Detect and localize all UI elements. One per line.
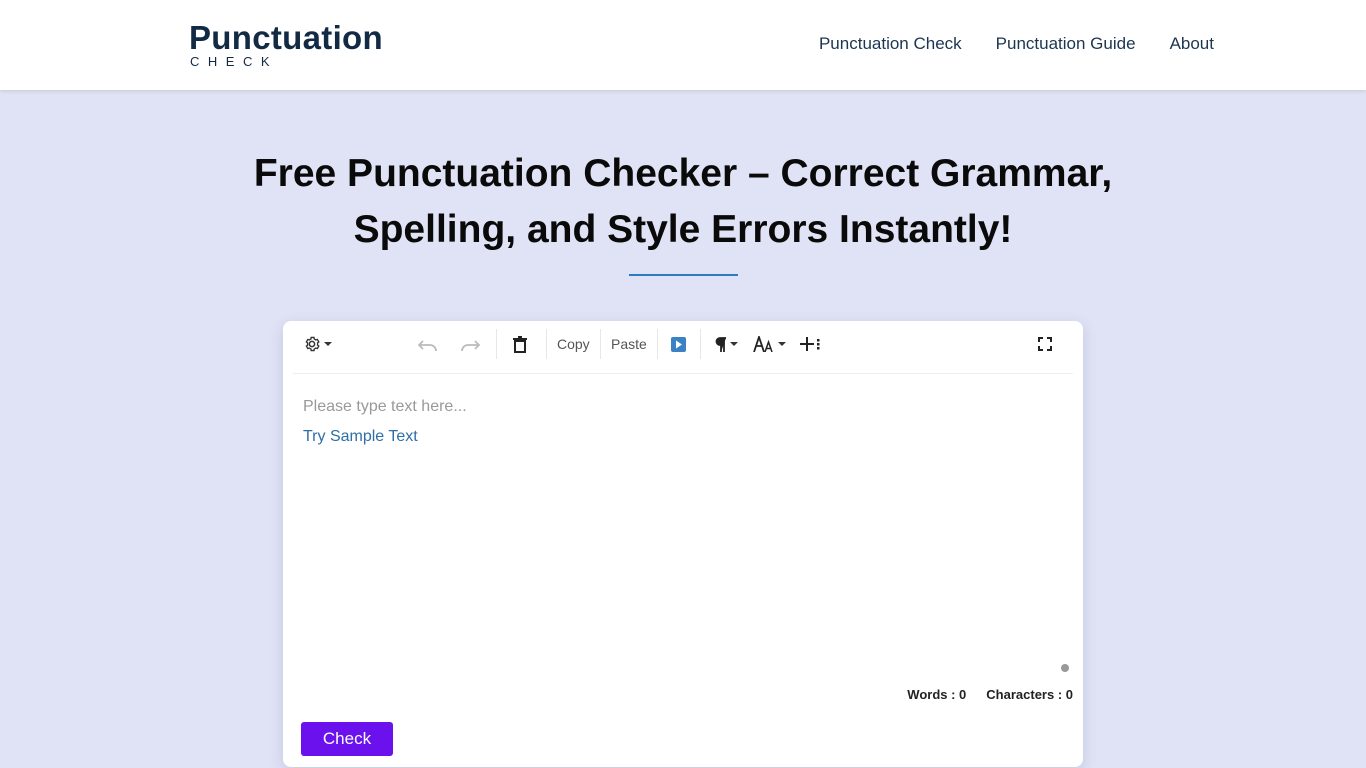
font-size-dropdown[interactable] [753,333,786,355]
nav-link-punctuation-check[interactable]: Punctuation Check [819,34,962,54]
title-line-2: Spelling, and Style Errors Instantly! [353,208,1013,251]
paste-button[interactable]: Paste [611,333,647,355]
title-underline [629,274,738,276]
play-icon [671,336,686,352]
title-line-1: Free Punctuation Checker – Correct Gramm… [253,152,1113,195]
chevron-down-icon [324,342,332,346]
text-stats: Words : 0 Characters : 0 [907,687,1073,703]
paste-label: Paste [611,336,647,352]
font-size-icon [753,336,773,352]
word-count: Words : 0 [907,687,967,702]
site-logo[interactable]: Punctuation CHECK [189,20,389,70]
logo-subtitle: CHECK [190,54,279,69]
copy-button[interactable]: Copy [557,333,590,355]
toolbar-divider [496,329,497,359]
chevron-down-icon [778,342,786,346]
redo-button[interactable] [460,333,480,355]
trash-icon [513,335,527,353]
toolbar-divider [657,329,658,359]
toolbar-divider [546,329,547,359]
paragraph-dropdown[interactable] [715,333,738,355]
site-header: Punctuation CHECK Punctuation Check Punc… [0,0,1366,90]
fullscreen-icon [1038,337,1052,351]
logo-wordmark: Punctuation [189,19,383,56]
page-title: Free Punctuation Checker – Correct Gramm… [183,146,1183,258]
insert-icon [800,337,820,351]
nav-link-punctuation-guide[interactable]: Punctuation Guide [996,34,1136,54]
try-sample-text-link[interactable]: Try Sample Text [303,427,418,447]
insert-dropdown[interactable] [799,333,821,355]
gear-icon [305,336,320,352]
clear-button[interactable] [513,333,527,355]
text-editor: Copy Paste Please type text here... Try … [283,321,1083,767]
undo-button[interactable] [418,333,438,355]
copy-label: Copy [557,336,590,352]
fullscreen-button[interactable] [1038,333,1052,355]
editor-toolbar: Copy Paste [293,321,1073,374]
main-nav: Punctuation Check Punctuation Guide Abou… [819,34,1214,54]
chevron-down-icon [730,342,738,346]
toolbar-divider [700,329,701,359]
paragraph-icon [715,336,726,352]
text-input-placeholder: Please type text here... [303,398,467,415]
toolbar-divider [600,329,601,359]
character-count: Characters : 0 [986,687,1073,702]
play-button[interactable] [671,333,686,355]
undo-icon [418,340,437,351]
redo-icon [461,340,480,351]
nav-link-about[interactable]: About [1170,34,1214,54]
settings-dropdown[interactable] [303,333,332,355]
check-button[interactable]: Check [301,722,393,756]
resize-handle[interactable] [1061,664,1069,672]
